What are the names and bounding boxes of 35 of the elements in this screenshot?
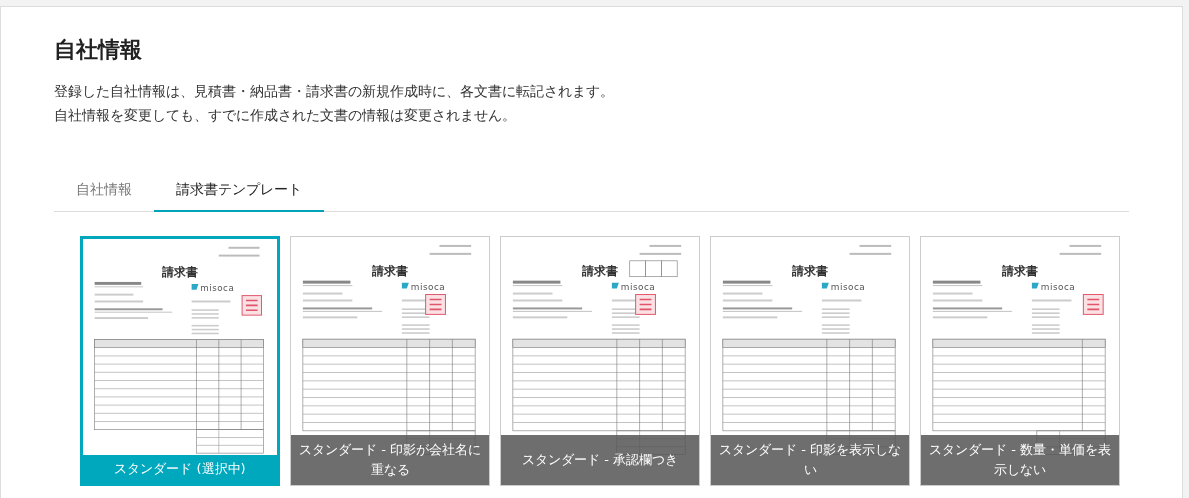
template-card[interactable]: 請求書 misoca スタンダード - 承認欄つき — [500, 236, 700, 486]
document-title: 請求書 — [372, 263, 408, 278]
document-title: 請求書 — [1002, 263, 1038, 278]
stamp-icon — [425, 294, 446, 315]
template-label: スタンダード (選択中) — [83, 455, 277, 483]
logo-icon — [611, 282, 619, 289]
logo-icon — [191, 283, 199, 290]
description-text: 登録した自社情報は、見積書・納品書・請求書の新規作成時に、各文書に転記されます。 — [54, 82, 615, 101]
template-card[interactable]: 請求書 misoca スタンダード - 数量・単価を表示しない — [920, 236, 1120, 486]
logo-icon — [1031, 282, 1039, 289]
template-label: スタンダード - 印影を表示しない — [711, 435, 909, 485]
description-text: 自社情報を変更しても、すでに作成された文書の情報は変更されません。 — [54, 106, 517, 125]
tab[interactable]: 自社情報 — [54, 177, 154, 212]
template-card[interactable]: 請求書 misoca スタンダード - 印影が会社名に重なる — [290, 236, 490, 486]
logo-icon — [401, 282, 409, 289]
document-title: 請求書 — [792, 263, 828, 278]
page-title: 自社情報 — [54, 36, 143, 64]
logo-text: misoca — [830, 281, 866, 292]
approval-boxes-drawing — [629, 260, 678, 278]
template-label: スタンダード - 印影が会社名に重なる — [291, 435, 489, 485]
document-title: 請求書 — [582, 263, 618, 278]
template-card[interactable]: 請求書 misoca スタンダード - 印影を表示しない — [710, 236, 910, 486]
document-title: 請求書 — [162, 265, 198, 280]
template-label: スタンダード - 数量・単価を表示しない — [921, 435, 1119, 485]
stamp-icon — [635, 294, 656, 315]
logo-text: misoca — [620, 281, 656, 292]
logo-icon — [821, 282, 829, 289]
stamp-icon — [241, 295, 262, 316]
logo-text: misoca — [1040, 281, 1076, 292]
stamp-icon — [1082, 294, 1104, 315]
template-label: スタンダード - 承認欄つき — [501, 435, 699, 485]
logo-text: misoca — [410, 281, 446, 292]
template-card[interactable]: 請求書 misoca スタンダード (選択中) — [80, 236, 280, 486]
tab[interactable]: 請求書テンプレート — [154, 177, 324, 212]
logo-text: misoca — [200, 282, 235, 293]
